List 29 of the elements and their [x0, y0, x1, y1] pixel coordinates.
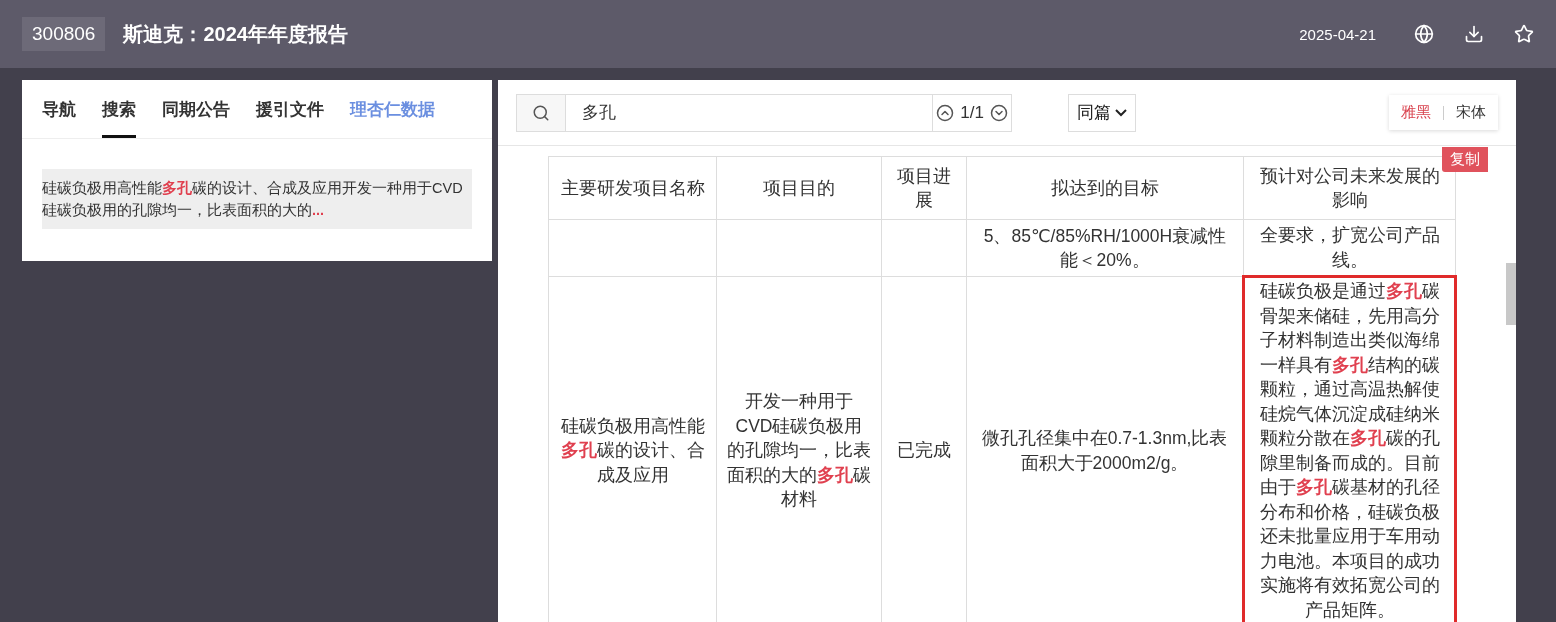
side-tab[interactable]: 同期公告 [162, 80, 230, 138]
globe-icon[interactable] [1414, 24, 1434, 44]
report-title: 斯迪克：2024年年度报告 [123, 21, 349, 47]
scope-select[interactable]: 同篇 [1068, 93, 1136, 132]
previous-icon[interactable] [936, 103, 955, 122]
report-date: 2025-04-21 [1299, 25, 1376, 43]
side-tab[interactable]: 导航 [42, 80, 76, 138]
stock-code: 300806 [22, 17, 106, 51]
search-result[interactable]: 硅碳负极用高性能多孔碳的设计、合成及应用开发一种用于CVD硅碳负极用的孔隙均一，比表面积的大的... [42, 169, 472, 229]
table-cell: 5、85℃/85%RH/1000H衰减性能＜20%。 [966, 219, 1244, 277]
column-header: 项目目的 [716, 156, 882, 220]
font-option[interactable]: 雅黑 [1401, 103, 1431, 122]
match-counter: 1/1 [960, 102, 984, 123]
table-cell: 硅碳负极用高性能多孔碳的设计、合成及应用 [548, 276, 717, 622]
column-header: 主要研发项目名称 [548, 156, 717, 220]
side-tab[interactable]: 搜索 [102, 80, 136, 138]
search-button[interactable] [516, 93, 566, 132]
search-icon [532, 103, 550, 122]
search-field[interactable]: 多孔 [566, 93, 934, 132]
star-icon[interactable] [1514, 24, 1534, 44]
chevron-icon [1115, 108, 1127, 117]
download-icon[interactable] [1464, 24, 1484, 44]
scrollbar-thumb[interactable] [1506, 263, 1516, 325]
side-tab[interactable]: 援引文件 [256, 80, 324, 138]
column-header: 项目进展 [881, 156, 967, 220]
next-icon[interactable] [990, 103, 1008, 122]
highlighted-cell: 硅碳负极是通过多孔碳骨架来储硅，先用高分子材料制造出类似海绵一样具有多孔结构的碳颗粒，通过高温热解使硅烷气体沉淀成硅纳米颗粒分散在多孔碳的孔隙里制备而成的。目前由于多孔碳基材的孔径分布和价格，硅碳负极还未批量应用于车用动力电池。本项目的成功实施将有效拓宽公司的产品矩阵。 [1243, 276, 1456, 622]
font-option[interactable]: 宋体 [1456, 103, 1486, 122]
column-header: 拟达到的目标 [966, 156, 1244, 220]
